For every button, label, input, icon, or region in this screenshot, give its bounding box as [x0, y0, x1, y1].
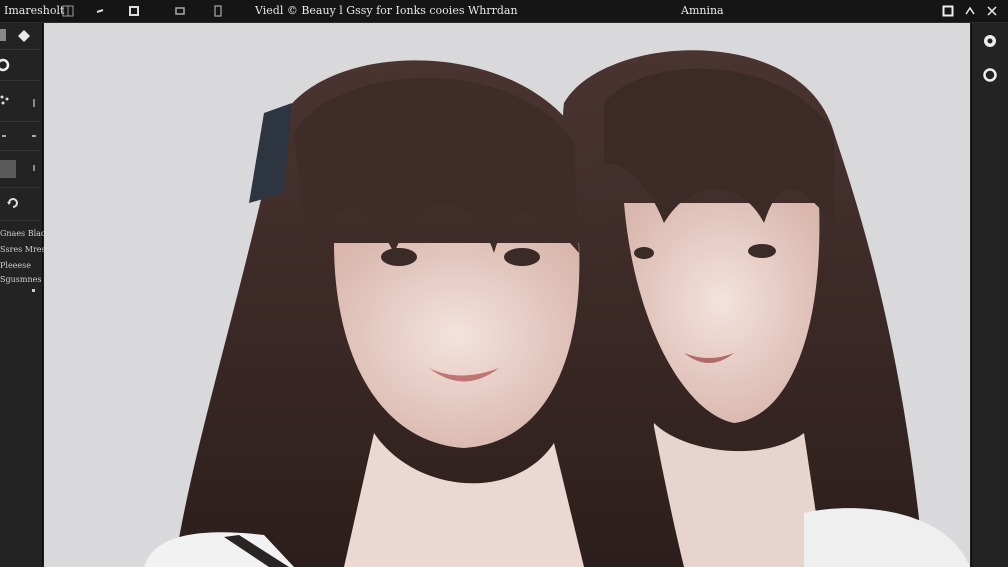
tool-row	[0, 122, 40, 151]
right-tool-panel	[971, 23, 1008, 567]
tool-row	[0, 81, 40, 122]
window-title: Viedl © Beauy l Gssy for Ionks cooies Wh…	[255, 4, 518, 17]
tool-row	[0, 50, 40, 81]
tool-row	[0, 188, 40, 221]
page-icon[interactable]	[210, 3, 226, 19]
crop-icon[interactable]	[126, 3, 142, 19]
layer-icon[interactable]	[172, 3, 188, 19]
left-tool-panel: Gnaes Blaos Ssres Mreso Pleeese Sgusmnes	[0, 23, 50, 567]
panel-label[interactable]: Pleeese	[0, 261, 31, 270]
ring-icon[interactable]	[982, 67, 998, 83]
scatter-icon[interactable]	[0, 93, 14, 112]
app-menu-label[interactable]: Imaresholt	[4, 4, 64, 17]
panel-label[interactable]: Ssres Mreso	[0, 245, 50, 254]
arrow-icon[interactable]	[92, 3, 108, 19]
top-toolbar: Imaresholt Viedl © Beauy l Gssy for Ionk…	[0, 0, 1008, 23]
mode-label[interactable]: Amnina	[681, 4, 724, 17]
caret-up-icon[interactable]	[962, 3, 978, 19]
portrait-artwork	[44, 23, 970, 567]
panel-label[interactable]: Sgusmnes	[0, 275, 41, 284]
close-icon[interactable]	[984, 3, 1000, 19]
panel-label[interactable]: Gnaes Blaos	[0, 229, 50, 238]
square-icon[interactable]	[940, 3, 956, 19]
divider-mark	[33, 165, 35, 171]
grid-icon[interactable]	[60, 3, 76, 19]
dash-icon	[2, 135, 6, 137]
circle-icon[interactable]	[982, 33, 998, 49]
ring-icon[interactable]	[0, 58, 10, 77]
diamond-icon[interactable]	[18, 29, 30, 47]
tool-row	[0, 23, 40, 50]
color-swatch[interactable]	[0, 160, 16, 178]
dot-mark	[32, 289, 35, 292]
refresh-icon[interactable]	[6, 196, 20, 215]
divider-mark	[33, 99, 35, 107]
tool-row	[0, 151, 40, 188]
image-canvas[interactable]	[44, 23, 970, 567]
dash-icon	[32, 135, 36, 137]
tool-handle[interactable]	[0, 29, 6, 41]
